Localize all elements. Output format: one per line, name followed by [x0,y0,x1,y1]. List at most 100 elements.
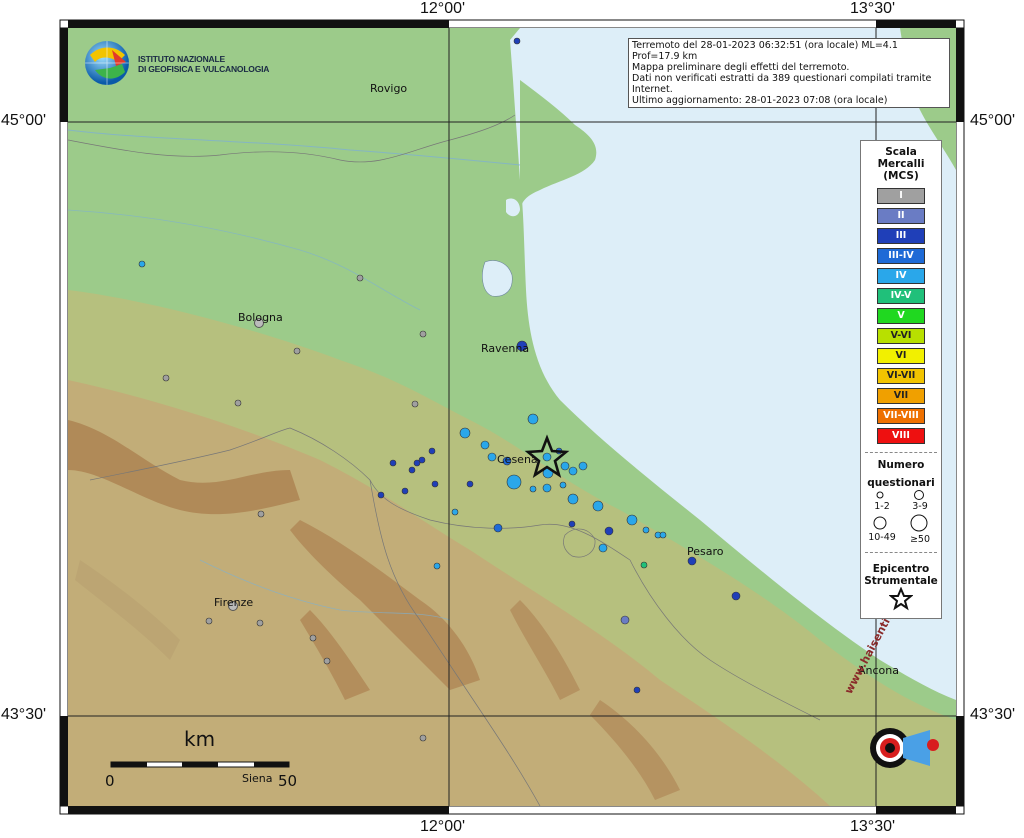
legend-level-viii: VIII [877,428,925,444]
observation-point [506,474,522,490]
mcs-legend: Scala Mercalli (MCS) I II III III-IV IV IV-V V… [860,140,942,619]
scale-bar [110,761,290,768]
legend-level-vi-vii: VI-VII [877,368,925,384]
observation-point [356,274,364,282]
observation-point [377,491,385,499]
legend-level-iii-iv: III-IV [877,248,925,264]
observation-point [592,500,604,512]
ingv-globe-logo [85,41,129,85]
ingv-logo-text: ISTITUTO NAZIONALE DI GEOFISICA E VULCAN… [138,54,269,74]
info-line1: Terremoto del 28-01-2023 06:32:51 (ora l… [632,40,898,62]
lon-label-top-right: 13°30' [850,0,896,17]
observation-point [323,657,331,665]
observation-point [466,480,474,488]
observation-point [256,619,264,627]
city-label-firenze: Firenze [214,596,254,609]
observation-point [459,427,471,439]
scale-max: 50 [278,772,298,790]
legend-level-ii: II [877,208,925,224]
event-info-box: Terremoto del 28-01-2023 06:32:51 (ora l… [628,38,950,108]
count-class-3: 10-49 [868,532,896,543]
legend-level-v: V [877,308,925,324]
observation-point [480,440,490,450]
observation-point [389,459,397,467]
observation-point [640,561,648,569]
observation-point [487,452,497,462]
observation-point [138,260,146,268]
legend-level-iii: III [877,228,925,244]
count-class-4: ≥50 [909,534,931,545]
info-line4: Ultimo aggiornamento: 28-01-2023 07:08 (… [632,95,888,106]
count-class-2: 3-9 [912,501,928,512]
city-label-pesaro: Pesaro [687,545,724,558]
observation-point [529,485,537,493]
observation-point [428,447,436,455]
legend-title-3: (MCS) [883,170,919,182]
legend-level-i: I [877,188,925,204]
observation-point [626,514,638,526]
legend-level-vii-viii: VII-VIII [877,408,925,424]
observation-point [567,493,579,505]
info-line2: Mappa preliminare degli effetti del terr… [632,62,850,73]
observation-point [234,399,242,407]
city-label-siena: Siena [242,772,273,785]
observation-point [433,562,441,570]
observation-point [513,37,521,45]
observation-point [642,526,650,534]
lon-label-top-left: 12°00' [420,0,466,17]
observation-point [687,556,697,566]
lat-label-right-top: 45°00' [970,112,1016,129]
scale-unit: km [184,727,216,751]
lat-label-right-bottom: 43°30' [970,706,1016,723]
observation-point [162,374,170,382]
legend-title-2: Mercalli [877,158,925,170]
observation-point [559,481,567,489]
city-label-bologna: Bologna [238,311,283,324]
lon-label-bottom-left: 12°00' [420,818,466,835]
epicenter-title-2: Strumentale [864,575,938,587]
observation-point [419,734,427,742]
scale-min: 0 [105,772,115,790]
observation-point [205,617,213,625]
observation-point [620,615,630,625]
legend-level-v-vi: V-VI [877,328,925,344]
observation-point [419,330,427,338]
observation-point [527,413,539,425]
logo-line1: ISTITUTO NAZIONALE [138,54,225,64]
legend-level-iv-v: IV-V [877,288,925,304]
city-label-cesena: Cesena [497,453,538,466]
observation-point [598,543,608,553]
legend-level-iv: IV [877,268,925,284]
observation-point [633,686,641,694]
count-class-1: 1-2 [874,501,890,512]
observation-point [293,347,301,355]
legend-level-vi: VI [877,348,925,364]
observation-point [604,526,614,536]
lat-label-left-bottom: 43°30' [1,706,47,723]
observation-point [451,508,459,516]
lon-label-bottom-right: 13°30' [850,818,896,835]
epicenter-title-1: Epicentro [872,563,930,575]
legend-star-icon [889,587,913,611]
logo-line2: DI GEOFISICA E VULCANOLOGIA [138,64,270,74]
observation-point [542,452,552,462]
city-label-ravenna: Ravenna [481,342,530,355]
observation-point [560,461,570,471]
observation-point [431,480,439,488]
observation-point [731,591,741,601]
observation-point [411,400,419,408]
observation-point [413,459,421,467]
observation-point [542,483,552,493]
lat-label-left-top: 45°00' [1,112,47,129]
count-title-1: Numero [877,459,925,471]
observation-point [408,466,416,474]
city-label-rovigo: Rovigo [370,82,408,95]
observation-point [493,523,503,533]
observation-point [568,466,578,476]
observation-point [578,461,588,471]
legend-title-1: Scala [885,146,917,158]
observation-point [309,634,317,642]
observation-point [659,531,667,539]
info-line3: Dati non verificati estratti da 389 ques… [632,73,932,95]
observation-point [401,487,409,495]
